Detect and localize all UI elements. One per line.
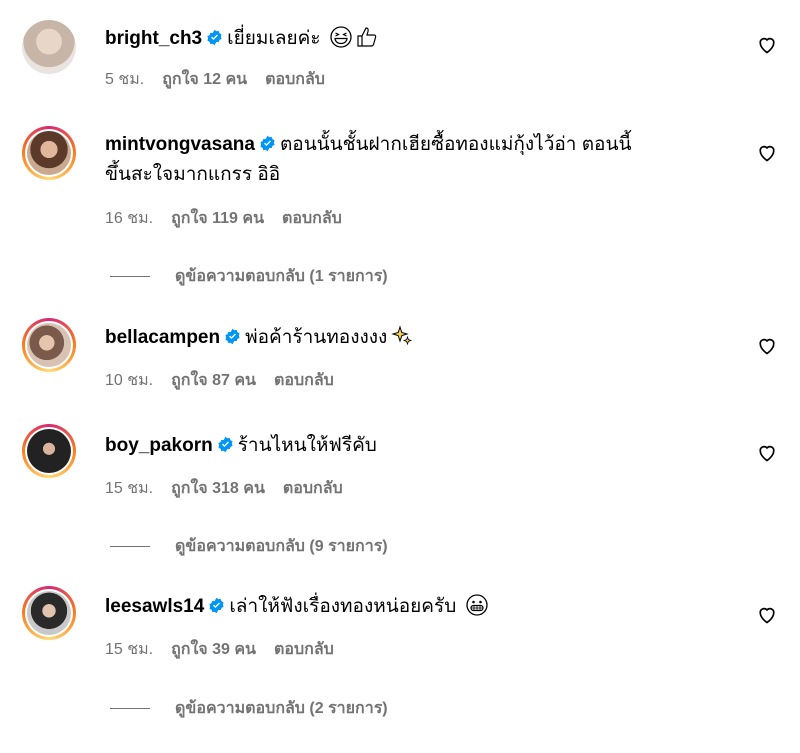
view-replies-label: ดูข้อความตอบกลับ (1 รายการ) [175, 268, 388, 285]
heart-outline-icon[interactable] [757, 336, 777, 356]
avatar[interactable] [22, 126, 76, 180]
comment-meta: 15 ชม. ถูกใจ 318 คน ตอบกลับ [105, 476, 361, 501]
replies-divider [110, 276, 150, 277]
reply-button[interactable]: ตอบกลับ [282, 210, 342, 227]
verified-badge-icon [209, 597, 224, 614]
sparkles-icon [391, 325, 413, 346]
heart-outline-icon[interactable] [757, 605, 777, 625]
view-replies-button[interactable]: ดูข้อความตอบกลับ (1 รายการ) [110, 264, 388, 289]
thumbs-up-icon [357, 27, 377, 47]
username-link[interactable]: boy_pakorn [105, 435, 213, 456]
reply-button[interactable]: ตอบกลับ [274, 641, 334, 658]
reply-button[interactable]: ตอบกลับ [274, 372, 334, 389]
grinning-face-emoji-icon [465, 594, 488, 616]
comment-text: ตอนนั้นชั้นฝากเฮียซื้อทองแม่กุ้งไว้อ่า ต… [279, 134, 632, 155]
replies-divider [110, 546, 150, 547]
comment-meta: 10 ชม. ถูกใจ 87 คน ตอบกลับ [105, 368, 352, 393]
comment-meta: 16 ชม. ถูกใจ 119 คน ตอบกลับ [105, 206, 360, 231]
verified-badge-icon [207, 29, 222, 46]
avatar[interactable] [22, 318, 76, 372]
reply-button[interactable]: ตอบกลับ [265, 71, 325, 88]
comment-text: พ่อค้าร้านทองงงง [245, 327, 388, 348]
verified-badge-icon [260, 135, 275, 152]
comment-line: boy_pakorn ร้านไหนให้ฟรีคับ [105, 431, 745, 461]
comment-line: bellacampen พ่อค้าร้านทองงงง [105, 323, 745, 353]
comment-line: leesawls14 เล่าให้ฟังเรื่องทองหน่อยครับ [105, 592, 745, 622]
avatar[interactable] [22, 586, 76, 640]
verified-badge-icon [218, 436, 233, 453]
avatar[interactable] [22, 20, 76, 74]
comment-time[interactable]: 16 ชม. [105, 210, 153, 227]
view-replies-button[interactable]: ดูข้อความตอบกลับ (2 รายการ) [110, 696, 388, 721]
username-link[interactable]: bellacampen [105, 327, 220, 348]
likes-count[interactable]: ถูกใจ 119 คน [171, 210, 264, 227]
comment-time[interactable]: 10 ชม. [105, 372, 153, 389]
grinning-squinting-emoji-icon [330, 26, 352, 48]
comment-line: bright_ch3 เยี่ยมเลยค่ะ [105, 24, 745, 54]
heart-outline-icon[interactable] [757, 443, 777, 463]
view-replies-button[interactable]: ดูข้อความตอบกลับ (9 รายการ) [110, 534, 388, 559]
view-replies-label: ดูข้อความตอบกลับ (9 รายการ) [175, 538, 388, 555]
replies-divider [110, 708, 150, 709]
comment-text: เล่าให้ฟังเรื่องทองหน่อยครับ [229, 596, 457, 617]
likes-count[interactable]: ถูกใจ 87 คน [171, 372, 256, 389]
avatar[interactable] [22, 424, 76, 478]
likes-count[interactable]: ถูกใจ 318 คน [171, 480, 265, 497]
comment-time[interactable]: 5 ชม. [105, 71, 144, 88]
comment-text: ร้านไหนให้ฟรีคับ [237, 435, 377, 456]
view-replies-label: ดูข้อความตอบกลับ (2 รายการ) [175, 700, 388, 717]
comment-time[interactable]: 15 ชม. [105, 641, 153, 658]
comment-text-continued: ขึ้นสะใจมากแกรร อิอิ [105, 164, 281, 185]
verified-badge-icon [225, 328, 240, 345]
heart-outline-icon[interactable] [757, 35, 777, 55]
comment-meta: 5 ชม. ถูกใจ 12 คน ตอบกลับ [105, 67, 343, 92]
comment-time[interactable]: 15 ชม. [105, 480, 153, 497]
comment-text: เยี่ยมเลยค่ะ [227, 28, 321, 49]
username-link[interactable]: leesawls14 [105, 596, 204, 617]
comment-meta: 15 ชม. ถูกใจ 39 คน ตอบกลับ [105, 637, 352, 662]
likes-count[interactable]: ถูกใจ 12 คน [162, 71, 247, 88]
username-link[interactable]: mintvongvasana [105, 134, 255, 155]
likes-count[interactable]: ถูกใจ 39 คน [171, 641, 256, 658]
comment-line: mintvongvasana ตอนนั้นชั้นฝากเฮียซื้อทองแ… [105, 130, 745, 190]
username-link[interactable]: bright_ch3 [105, 28, 202, 49]
heart-outline-icon[interactable] [757, 143, 777, 163]
reply-button[interactable]: ตอบกลับ [283, 480, 343, 497]
